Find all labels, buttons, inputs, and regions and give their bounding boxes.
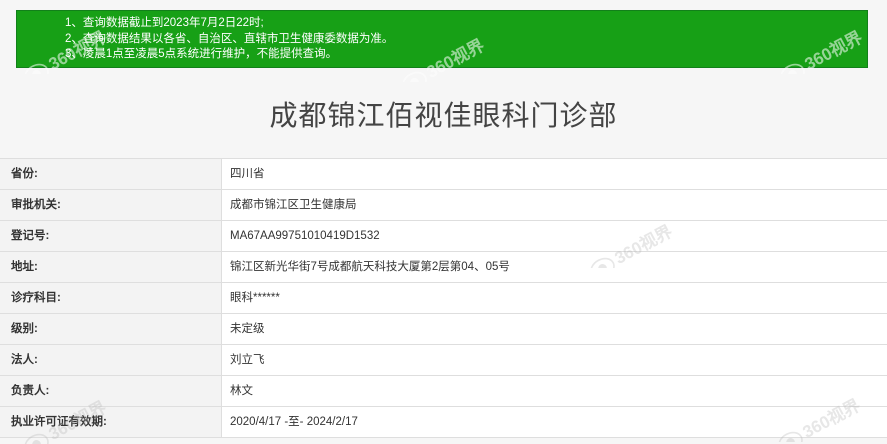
row-value: 刘立飞: [222, 345, 887, 375]
table-row: 审批机关: 成都市锦江区卫生健康局: [0, 190, 887, 221]
row-value: 锦江区新光华街7号成都航天科技大厦第2层第04、05号: [222, 252, 887, 282]
table-row: 登记号: MA67AA99751010419D1532: [0, 221, 887, 252]
row-value: 成都市锦江区卫生健康局: [222, 190, 887, 220]
row-value: 四川省: [222, 159, 887, 189]
row-label: 负责人:: [0, 376, 222, 406]
row-label: 执业许可证有效期:: [0, 407, 222, 437]
page-title: 成都锦江佰视佳眼科门诊部: [269, 100, 618, 131]
table-row: 法人: 刘立飞: [0, 345, 887, 376]
table-row: 级别: 未定级: [0, 314, 887, 345]
row-value: MA67AA99751010419D1532: [222, 221, 887, 251]
table-row: 负责人: 林文: [0, 376, 887, 407]
row-label: 登记号:: [0, 221, 222, 251]
eye-logo-icon: [402, 71, 427, 82]
row-label: 地址:: [0, 252, 222, 282]
table-row: 地址: 锦江区新光华街7号成都航天科技大厦第2层第04、05号: [0, 252, 887, 283]
row-value: 眼科******: [222, 283, 887, 313]
table-row: 执业许可证有效期: 2020/4/17 -至- 2024/2/17: [0, 407, 887, 438]
row-label: 审批机关:: [0, 190, 222, 220]
notice-banner: 1、查询数据截止到2023年7月2日22时; 2、查询数据结果以各省、自治区、直…: [16, 10, 868, 68]
row-label: 诊疗科目:: [0, 283, 222, 313]
row-value: 2020/4/17 -至- 2024/2/17: [222, 407, 887, 437]
notice-line-3: 3、凌晨1点至凌晨5点系统进行维护，不能提供查询。: [65, 48, 338, 60]
table-row: 诊疗科目: 眼科******: [0, 283, 887, 314]
table-row: 省份: 四川省: [0, 159, 887, 190]
info-table: 省份: 四川省 审批机关: 成都市锦江区卫生健康局 登记号: MA67AA997…: [0, 158, 887, 438]
row-label: 级别:: [0, 314, 222, 344]
row-label: 省份:: [0, 159, 222, 189]
row-value: 未定级: [222, 314, 887, 344]
row-label: 法人:: [0, 345, 222, 375]
row-value: 林文: [222, 376, 887, 406]
notice-line-2: 2、查询数据结果以各省、自治区、直辖市卫生健康委数据为准。: [65, 32, 394, 45]
notice-line-1: 1、查询数据截止到2023年7月2日22时;: [65, 17, 264, 29]
